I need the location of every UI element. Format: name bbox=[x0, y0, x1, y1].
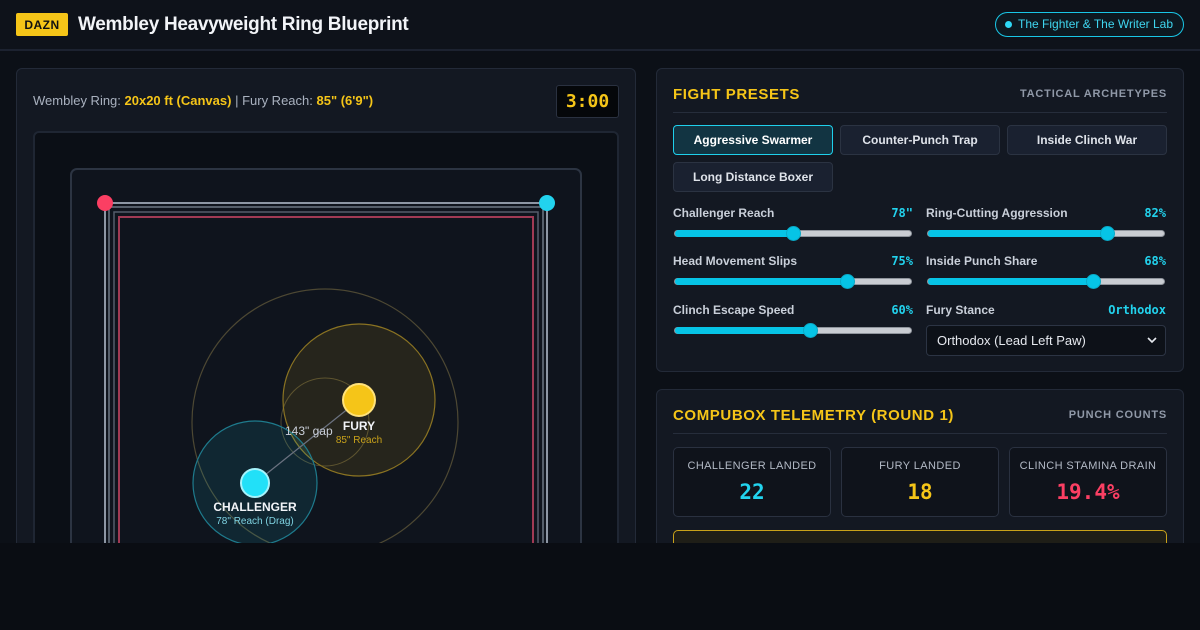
status-dot-icon bbox=[1005, 21, 1013, 28]
challenger-reach-slider[interactable] bbox=[674, 226, 912, 241]
page-title: Wembley Heavyweight Ring Blueprint bbox=[78, 14, 409, 35]
challenger-name-label: CHALLENGER bbox=[213, 500, 297, 514]
head-movement-control: Head Movement Slips 75% bbox=[673, 254, 913, 294]
slider-fill bbox=[928, 278, 1094, 285]
gap-label: 143" gap bbox=[285, 424, 333, 438]
ring-info-separator: | Fury Reach: bbox=[231, 93, 317, 108]
head-movement-value: 75% bbox=[891, 254, 913, 268]
stat-label: CHALLENGER LANDED bbox=[687, 460, 817, 472]
lab-link-button[interactable]: The Fighter & The Writer Lab bbox=[995, 12, 1184, 37]
dazn-logo: DAZN bbox=[16, 13, 68, 36]
fury-reach-label: 85" Reach bbox=[336, 435, 382, 446]
stat-label: FURY LANDED bbox=[879, 460, 961, 472]
ring-size: 20x20 ft (Canvas) bbox=[124, 93, 232, 108]
inside-punch-value: 68% bbox=[1144, 254, 1166, 268]
slider-thumb[interactable] bbox=[802, 323, 818, 338]
telemetry-subtitle: PUNCH COUNTS bbox=[1068, 409, 1167, 421]
challenger-reach-label: Challenger Reach bbox=[673, 206, 775, 220]
ring-cutting-value: 82% bbox=[1144, 206, 1166, 220]
presets-title: FIGHT PRESETS bbox=[673, 86, 800, 103]
preset-long-distance-boxer-button[interactable]: Long Distance Boxer bbox=[673, 162, 833, 192]
inside-punch-label: Inside Punch Share bbox=[926, 254, 1038, 268]
stat-value: 18 bbox=[907, 480, 933, 504]
presets-subtitle: TACTICAL ARCHETYPES bbox=[1019, 88, 1167, 100]
ring-info-prefix: Wembley Ring: bbox=[33, 93, 125, 108]
fury-stance-selected: Orthodox (Lead Left Paw) bbox=[937, 333, 1086, 348]
fury-stance-label: Fury Stance bbox=[926, 303, 995, 317]
fury-landed-card: FURY LANDED 18 bbox=[841, 447, 999, 517]
telemetry-header: COMPUBOX TELEMETRY (ROUND 1) PUNCH COUNT… bbox=[673, 407, 1167, 434]
slider-fill bbox=[675, 278, 848, 285]
app-viewport: DAZN Wembley Heavyweight Ring Blueprint … bbox=[0, 0, 1200, 543]
preset-aggressive-swarmer-button[interactable]: Aggressive Swarmer bbox=[673, 125, 833, 155]
ring-cutting-slider[interactable] bbox=[927, 226, 1165, 241]
slider-fill bbox=[675, 327, 810, 334]
ring-canvas[interactable]: 143" gap FURY 85" Reach CHALLENGER 78" R… bbox=[33, 131, 619, 543]
lab-link-label: The Fighter & The Writer Lab bbox=[1018, 17, 1173, 31]
ring-diagram[interactable]: 143" gap FURY 85" Reach CHALLENGER 78" R… bbox=[35, 133, 619, 543]
top-bar: DAZN Wembley Heavyweight Ring Blueprint … bbox=[0, 0, 1200, 51]
clinch-escape-control: Clinch Escape Speed 60% bbox=[673, 303, 913, 343]
head-movement-slider[interactable] bbox=[674, 274, 912, 289]
round-clock: 3:00 bbox=[556, 85, 619, 118]
stat-value: 22 bbox=[739, 480, 765, 504]
clinch-escape-label: Clinch Escape Speed bbox=[673, 303, 795, 317]
telemetry-title: COMPUBOX TELEMETRY (ROUND 1) bbox=[673, 407, 954, 424]
insight-callout bbox=[673, 530, 1167, 543]
challenger-landed-card: CHALLENGER LANDED 22 bbox=[673, 447, 831, 517]
stat-value: 19.4% bbox=[1056, 480, 1120, 504]
ring-cutting-control: Ring-Cutting Aggression 82% bbox=[926, 206, 1166, 246]
slider-thumb[interactable] bbox=[1086, 274, 1102, 289]
fury-reach-value: 85" (6'9") bbox=[316, 93, 374, 108]
fury-marker[interactable] bbox=[342, 383, 376, 417]
challenger-reach-control: Challenger Reach 78" bbox=[673, 206, 913, 246]
ring-cutting-label: Ring-Cutting Aggression bbox=[926, 206, 1068, 220]
slider-thumb[interactable] bbox=[840, 274, 856, 289]
slider-fill bbox=[675, 230, 793, 237]
slider-thumb[interactable] bbox=[1100, 226, 1116, 241]
fury-name-label: FURY bbox=[343, 419, 375, 433]
inside-punch-slider[interactable] bbox=[927, 274, 1165, 289]
slider-fill bbox=[928, 230, 1108, 237]
blue-corner-post bbox=[539, 195, 555, 211]
presets-header: FIGHT PRESETS TACTICAL ARCHETYPES bbox=[673, 86, 1167, 113]
clinch-stamina-drain-card: CLINCH STAMINA DRAIN 19.4% bbox=[1009, 447, 1167, 517]
red-corner-post bbox=[97, 195, 113, 211]
inside-punch-control: Inside Punch Share 68% bbox=[926, 254, 1166, 294]
ring-info: Wembley Ring: 20x20 ft (Canvas) | Fury R… bbox=[33, 93, 373, 108]
fury-stance-control: Fury Stance Orthodox Orthodox (Lead Left… bbox=[926, 303, 1166, 359]
slider-thumb[interactable] bbox=[786, 226, 801, 241]
clinch-escape-value: 60% bbox=[891, 303, 913, 317]
challenger-marker[interactable] bbox=[240, 468, 270, 498]
challenger-reach-value: 78" bbox=[891, 206, 913, 220]
stat-label: CLINCH STAMINA DRAIN bbox=[1019, 460, 1157, 472]
chevron-down-icon bbox=[1147, 337, 1157, 344]
preset-counter-punch-trap-button[interactable]: Counter-Punch Trap bbox=[840, 125, 1000, 155]
fury-stance-select[interactable]: Orthodox (Lead Left Paw) bbox=[926, 325, 1166, 356]
compubox-telemetry-panel: COMPUBOX TELEMETRY (ROUND 1) PUNCH COUNT… bbox=[656, 389, 1184, 543]
fury-stance-value: Orthodox bbox=[1108, 303, 1166, 317]
challenger-reach-label: 78" Reach (Drag) bbox=[216, 516, 293, 527]
clinch-escape-slider[interactable] bbox=[674, 323, 912, 338]
head-movement-label: Head Movement Slips bbox=[673, 254, 798, 268]
ring-panel: Wembley Ring: 20x20 ft (Canvas) | Fury R… bbox=[16, 68, 636, 543]
fight-presets-panel: FIGHT PRESETS TACTICAL ARCHETYPES Aggres… bbox=[656, 68, 1184, 372]
preset-inside-clinch-war-button[interactable]: Inside Clinch War bbox=[1007, 125, 1167, 155]
